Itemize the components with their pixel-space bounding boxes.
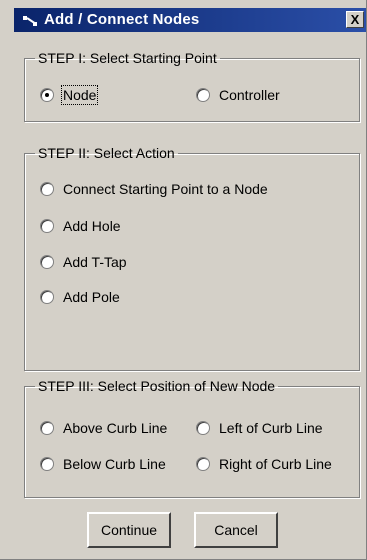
radio-below-curb-line[interactable]: Below Curb Line xyxy=(40,456,166,472)
radio-label-add-hole: Add Hole xyxy=(63,218,121,234)
radio-node[interactable]: Node xyxy=(40,85,99,105)
radio-add-pole[interactable]: Add Pole xyxy=(40,289,120,305)
app-icon xyxy=(22,13,38,27)
step2-legend: STEP II: Select Action xyxy=(38,145,175,161)
radio-add-hole[interactable]: Add Hole xyxy=(40,218,121,234)
radio-circle xyxy=(40,88,54,102)
window-title: Add / Connect Nodes xyxy=(44,11,200,28)
continue-button[interactable]: Continue xyxy=(87,512,171,548)
radio-add-t-tap[interactable]: Add T-Tap xyxy=(40,254,127,270)
radio-label-connect: Connect Starting Point to a Node xyxy=(63,181,268,197)
radio-label-above-curb: Above Curb Line xyxy=(63,420,168,436)
title-bar[interactable]: Add / Connect Nodes X xyxy=(14,8,366,32)
radio-controller[interactable]: Controller xyxy=(196,87,280,103)
radio-circle xyxy=(40,182,54,196)
radio-circle xyxy=(40,255,54,269)
radio-label-below-curb: Below Curb Line xyxy=(63,456,166,472)
step1-group: STEP I: Select Starting Point xyxy=(24,50,360,122)
radio-left-of-curb-line[interactable]: Left of Curb Line xyxy=(196,420,323,436)
radio-circle xyxy=(196,421,210,435)
add-connect-nodes-dialog: Add / Connect Nodes X STEP I: Select Sta… xyxy=(0,0,367,560)
radio-above-curb-line[interactable]: Above Curb Line xyxy=(40,420,167,436)
step1-legend: STEP I: Select Starting Point xyxy=(38,50,217,66)
close-button[interactable]: X xyxy=(346,11,364,28)
radio-circle xyxy=(40,457,54,471)
radio-right-of-curb-line[interactable]: Right of Curb Line xyxy=(196,456,332,472)
radio-label-controller: Controller xyxy=(219,87,280,103)
radio-circle xyxy=(196,457,210,471)
radio-dot xyxy=(45,93,49,97)
radio-connect-starting-point[interactable]: Connect Starting Point to a Node xyxy=(40,181,268,197)
step3-legend: STEP III: Select Position of New Node xyxy=(38,378,276,394)
radio-label-add-pole: Add Pole xyxy=(63,289,120,305)
radio-label-right-curb: Right of Curb Line xyxy=(219,456,332,472)
radio-label-node: Node xyxy=(60,85,99,105)
radio-circle xyxy=(40,290,54,304)
radio-circle xyxy=(40,219,54,233)
radio-label-left-curb: Left of Curb Line xyxy=(219,420,323,436)
step3-group: STEP III: Select Position of New Node xyxy=(24,378,360,498)
radio-circle xyxy=(196,88,210,102)
cancel-button[interactable]: Cancel xyxy=(194,512,278,548)
radio-circle xyxy=(40,421,54,435)
radio-label-add-t-tap: Add T-Tap xyxy=(63,254,127,270)
